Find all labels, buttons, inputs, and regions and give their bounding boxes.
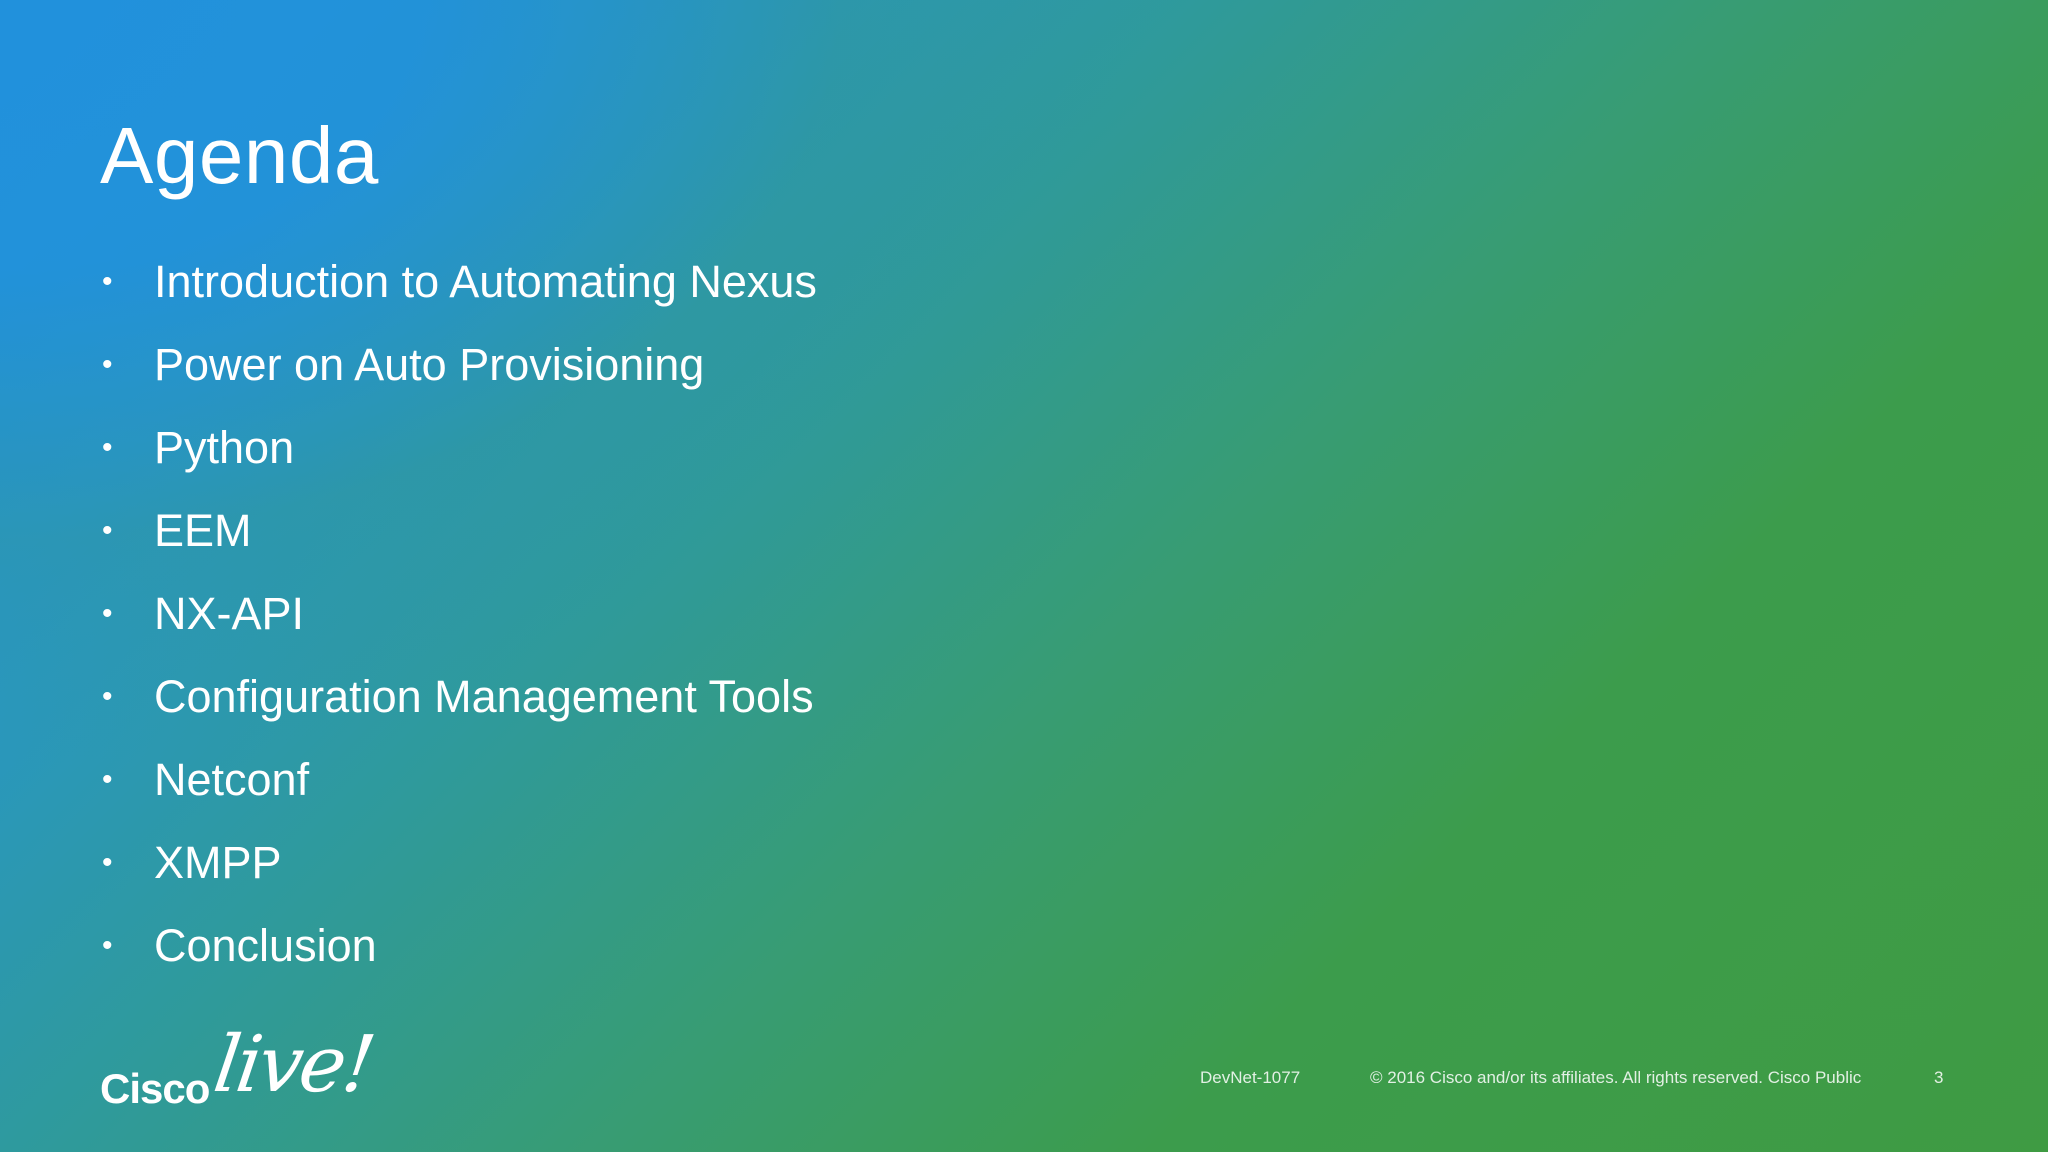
list-item: • Configuration Management Tools (100, 655, 817, 738)
page-number: 3 (1934, 1068, 1944, 1087)
bullet-icon: • (102, 430, 113, 464)
bullet-icon: • (102, 513, 113, 547)
logo-event-text: live! (208, 1020, 378, 1110)
slide-title: Agenda (100, 111, 379, 200)
cisco-live-logo: Cisco live! (100, 1020, 378, 1130)
list-item: • Introduction to Automating Nexus (100, 240, 817, 323)
footer-session-id: DevNet-1077 (1200, 1068, 1301, 1087)
bullet-icon: • (102, 264, 113, 298)
list-item: • NX-API (100, 572, 817, 655)
agenda-item-label: Netconf (154, 753, 310, 805)
list-item: • Conclusion (100, 904, 817, 987)
list-item: • Python (100, 406, 817, 489)
agenda-item-label: XMPP (154, 836, 282, 888)
bullet-icon: • (102, 596, 113, 630)
agenda-item-label: Power on Auto Provisioning (154, 338, 705, 390)
agenda-item-label: Conclusion (154, 919, 377, 971)
slide: Agenda • Introduction to Automating Nexu… (0, 0, 2048, 1152)
agenda-item-label: Introduction to Automating Nexus (154, 255, 817, 307)
bullet-icon: • (102, 928, 113, 962)
bullet-icon: • (102, 762, 113, 796)
list-item: • Netconf (100, 738, 817, 821)
agenda-item-label: Configuration Management Tools (154, 670, 814, 722)
list-item: • Power on Auto Provisioning (100, 323, 817, 406)
agenda-item-label: NX-API (154, 587, 305, 639)
logo-brand-text: Cisco (100, 1065, 210, 1112)
footer-copyright: © 2016 Cisco and/or its affiliates. All … (1370, 1068, 1862, 1087)
list-item: • XMPP (100, 821, 817, 904)
list-item: • EEM (100, 489, 817, 572)
agenda-item-label: EEM (154, 504, 252, 556)
bullet-icon: • (102, 347, 113, 381)
bullet-icon: • (102, 845, 113, 879)
bullet-icon: • (102, 679, 113, 713)
agenda-list: • Introduction to Automating Nexus • Pow… (100, 240, 817, 987)
agenda-item-label: Python (154, 421, 295, 473)
